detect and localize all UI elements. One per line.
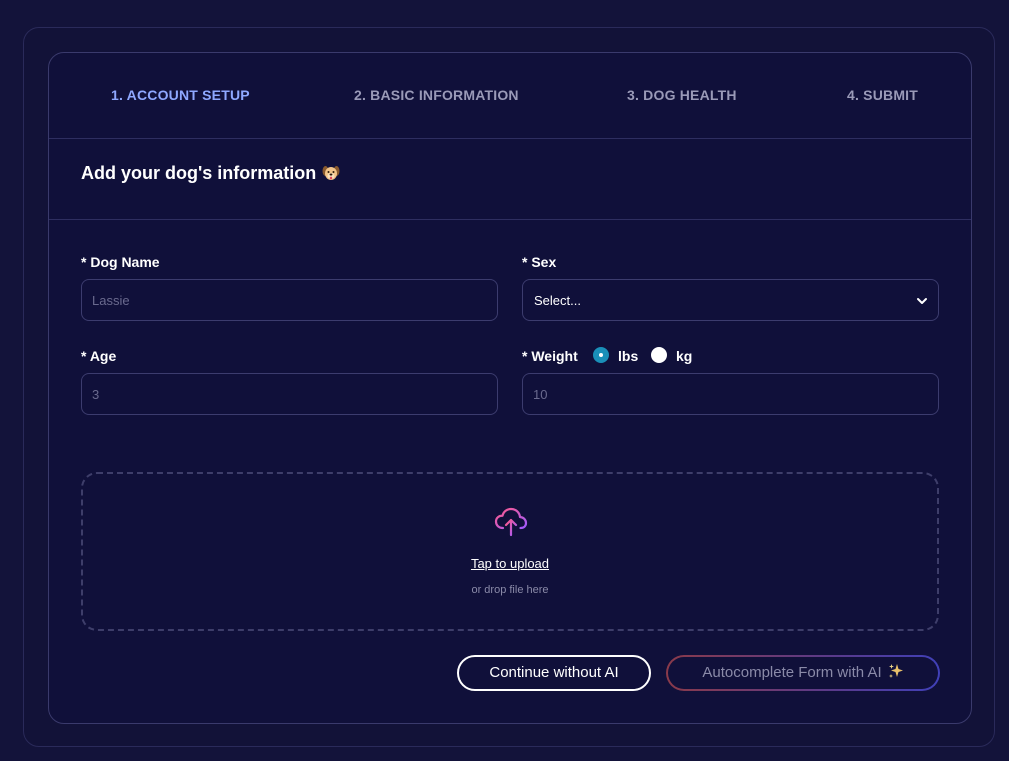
sex-label: * Sex xyxy=(522,254,557,270)
page-title: Add your dog's information xyxy=(81,163,340,184)
weight-unit-lbs-label[interactable]: lbs xyxy=(618,348,638,364)
tap-to-upload-link[interactable]: Tap to upload xyxy=(83,556,937,571)
age-label: * Age xyxy=(81,348,117,364)
weight-unit-lbs-radio[interactable] xyxy=(593,347,609,363)
dog-name-label: * Dog Name xyxy=(81,254,160,270)
upload-dropzone[interactable]: Tap to upload or drop file here xyxy=(81,472,939,631)
autocomplete-with-ai-button[interactable]: Autocomplete Form with AI xyxy=(666,655,940,691)
weight-unit-kg-label[interactable]: kg xyxy=(676,348,692,364)
weight-input[interactable] xyxy=(523,374,938,414)
weight-label: * Weight xyxy=(522,348,578,364)
page-title-text: Add your dog's information xyxy=(81,163,317,183)
step-submit[interactable]: 4. SUBMIT xyxy=(847,87,918,103)
continue-without-ai-button[interactable]: Continue without AI xyxy=(457,655,651,691)
stepper: 1. ACCOUNT SETUP 2. BASIC INFORMATION 3.… xyxy=(49,53,971,139)
heading-row: Add your dog's information xyxy=(49,139,971,220)
chevron-down-icon xyxy=(917,298,927,304)
sparkle-icon xyxy=(888,664,903,678)
sex-select-value: Select... xyxy=(534,293,581,308)
weight-unit-kg-radio[interactable] xyxy=(651,347,667,363)
dog-face-icon xyxy=(322,164,340,182)
sex-select[interactable]: Select... xyxy=(522,279,939,321)
form-card: 1. ACCOUNT SETUP 2. BASIC INFORMATION 3.… xyxy=(48,52,972,724)
dog-name-field xyxy=(81,279,498,321)
upload-hint: or drop file here xyxy=(471,584,549,596)
age-field xyxy=(81,373,498,415)
dog-name-input[interactable] xyxy=(82,280,497,320)
age-input[interactable] xyxy=(82,374,497,414)
step-basic-information[interactable]: 2. BASIC INFORMATION xyxy=(354,87,519,103)
weight-field xyxy=(522,373,939,415)
step-account-setup[interactable]: 1. ACCOUNT SETUP xyxy=(111,87,250,103)
step-dog-health[interactable]: 3. DOG HEALTH xyxy=(627,87,737,103)
autocomplete-with-ai-inner: Autocomplete Form with AI xyxy=(668,657,938,689)
cloud-upload-icon xyxy=(494,507,528,537)
autocomplete-with-ai-label: Autocomplete Form with AI xyxy=(702,664,882,681)
